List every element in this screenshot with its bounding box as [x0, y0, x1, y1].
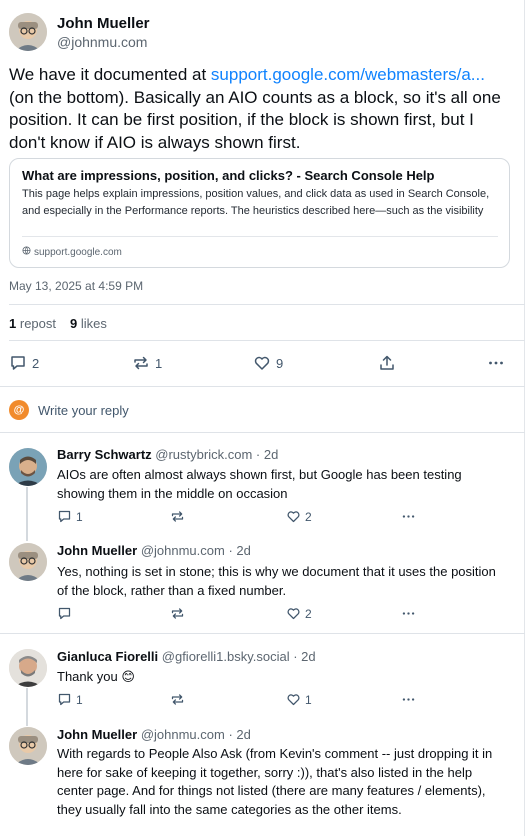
author-handle[interactable]: @johnmu.com	[57, 34, 147, 50]
repost-count: 1	[155, 355, 163, 371]
reply-text: Thank you 😊	[57, 669, 135, 684]
divider	[0, 633, 525, 634]
like-count: 2	[305, 509, 312, 524]
more-options-button[interactable]	[401, 509, 416, 524]
reply-count: 2	[32, 355, 40, 371]
reply-header: John Mueller @johnmu.com · 2d	[57, 727, 251, 742]
repost-button[interactable]	[170, 509, 185, 524]
link-card-description: This page helps explain impressions, pos…	[22, 188, 490, 217]
likes-label: likes	[80, 316, 107, 331]
reply-author-handle[interactable]: @johnmu.com	[141, 543, 225, 558]
link-card-domain: support.google.com	[34, 246, 122, 258]
divider	[0, 432, 525, 433]
divider	[9, 340, 525, 341]
post-text: We have it documented at support.google.…	[9, 64, 509, 154]
reply-button[interactable]: 2	[9, 354, 39, 372]
more-options-button[interactable]	[487, 354, 505, 372]
reply-text: With regards to People Also Ask (from Ke…	[57, 746, 493, 817]
more-icon	[401, 606, 416, 621]
heart-icon	[286, 606, 301, 621]
reply-prompt[interactable]: @ Write your reply	[9, 398, 509, 422]
like-count: 9	[276, 355, 284, 371]
reply-count: 1	[76, 509, 83, 524]
reply-button[interactable]: 1	[57, 509, 83, 524]
at-icon: @	[9, 400, 29, 420]
reply-icon	[57, 509, 72, 524]
reply-text: AIOs are often almost always shown first…	[57, 467, 462, 501]
reply-header: Barry Schwartz @rustybrick.com · 2d	[57, 447, 278, 462]
share-icon	[378, 354, 396, 372]
repost-button[interactable]: 1	[132, 354, 162, 372]
avatar[interactable]	[9, 448, 47, 486]
avatar[interactable]	[9, 727, 47, 765]
more-icon	[401, 692, 416, 707]
engagement-stats: 1 repost 9 likes	[9, 316, 107, 331]
repost-button[interactable]	[170, 692, 185, 707]
like-button[interactable]: 2	[286, 509, 312, 524]
reply-button[interactable]: 1	[57, 692, 83, 707]
repost-icon	[170, 692, 185, 707]
post-timestamp: May 13, 2025 at 4:59 PM	[9, 279, 144, 293]
reply-icon	[9, 354, 27, 372]
reply-icon	[57, 606, 72, 621]
like-button[interactable]: 1	[286, 692, 312, 707]
repost-stat[interactable]: 1 repost	[9, 316, 56, 331]
thread-line	[26, 688, 28, 726]
likes-stat[interactable]: 9 likes	[70, 316, 107, 331]
post-link[interactable]: support.google.com/webmasters/a...	[211, 65, 485, 84]
reply-author-name[interactable]: John Mueller	[57, 543, 137, 558]
reply-header: John Mueller @johnmu.com · 2d	[57, 543, 251, 558]
more-icon	[487, 354, 505, 372]
link-card-title: What are impressions, position, and clic…	[22, 168, 435, 183]
reply-age[interactable]: · 2d	[228, 543, 250, 558]
repost-icon	[132, 354, 150, 372]
author-name[interactable]: John Mueller	[57, 15, 150, 32]
repost-button[interactable]	[170, 606, 185, 621]
repost-icon	[170, 606, 185, 621]
reply-text: Yes, nothing is set in stone; this is wh…	[57, 564, 496, 598]
thread-line	[26, 487, 28, 541]
reply-age[interactable]: · 2d	[256, 447, 278, 462]
reply-age[interactable]: · 2d	[293, 649, 315, 664]
link-card[interactable]: What are impressions, position, and clic…	[9, 158, 510, 268]
like-count: 1	[305, 692, 312, 707]
like-button[interactable]: 2	[286, 606, 312, 621]
heart-icon	[253, 354, 271, 372]
avatar[interactable]	[9, 649, 47, 687]
globe-icon	[22, 246, 31, 258]
more-icon	[401, 509, 416, 524]
reply-count: 1	[76, 692, 83, 707]
share-button[interactable]	[378, 354, 396, 372]
reply-author-name[interactable]: John Mueller	[57, 727, 137, 742]
repost-label: repost	[19, 316, 56, 331]
heart-icon	[286, 509, 301, 524]
reply-age[interactable]: · 2d	[228, 727, 250, 742]
link-card-domain-row: support.google.com	[22, 246, 122, 258]
reply-prompt-text: Write your reply	[38, 402, 129, 418]
reply-author-handle[interactable]: @rustybrick.com	[155, 447, 252, 462]
reply-author-handle[interactable]: @johnmu.com	[141, 727, 225, 742]
repost-icon	[170, 509, 185, 524]
repost-count: 1	[9, 316, 17, 331]
reply-author-name[interactable]: Gianluca Fiorelli	[57, 649, 158, 664]
likes-count: 9	[70, 316, 78, 331]
reply-icon	[57, 692, 72, 707]
reply-author-handle[interactable]: @gfiorelli1.bsky.social	[162, 649, 290, 664]
reply-author-name[interactable]: Barry Schwartz	[57, 447, 152, 462]
post-text-suffix: (on the bottom). Basically an AIO counts…	[9, 87, 501, 152]
post-thread: John Mueller @johnmu.com We have it docu…	[0, 0, 525, 836]
like-button[interactable]: 9	[253, 354, 283, 372]
link-card-separator	[22, 236, 498, 237]
divider	[9, 304, 525, 305]
more-options-button[interactable]	[401, 692, 416, 707]
reply-header: Gianluca Fiorelli @gfiorelli1.bsky.socia…	[57, 649, 316, 664]
avatar[interactable]	[9, 13, 47, 51]
divider	[0, 386, 525, 387]
avatar[interactable]	[9, 543, 47, 581]
like-count: 2	[305, 606, 312, 621]
post-text-prefix: We have it documented at	[9, 65, 211, 84]
more-options-button[interactable]	[401, 606, 416, 621]
reply-button[interactable]	[57, 606, 72, 621]
heart-icon	[286, 692, 301, 707]
